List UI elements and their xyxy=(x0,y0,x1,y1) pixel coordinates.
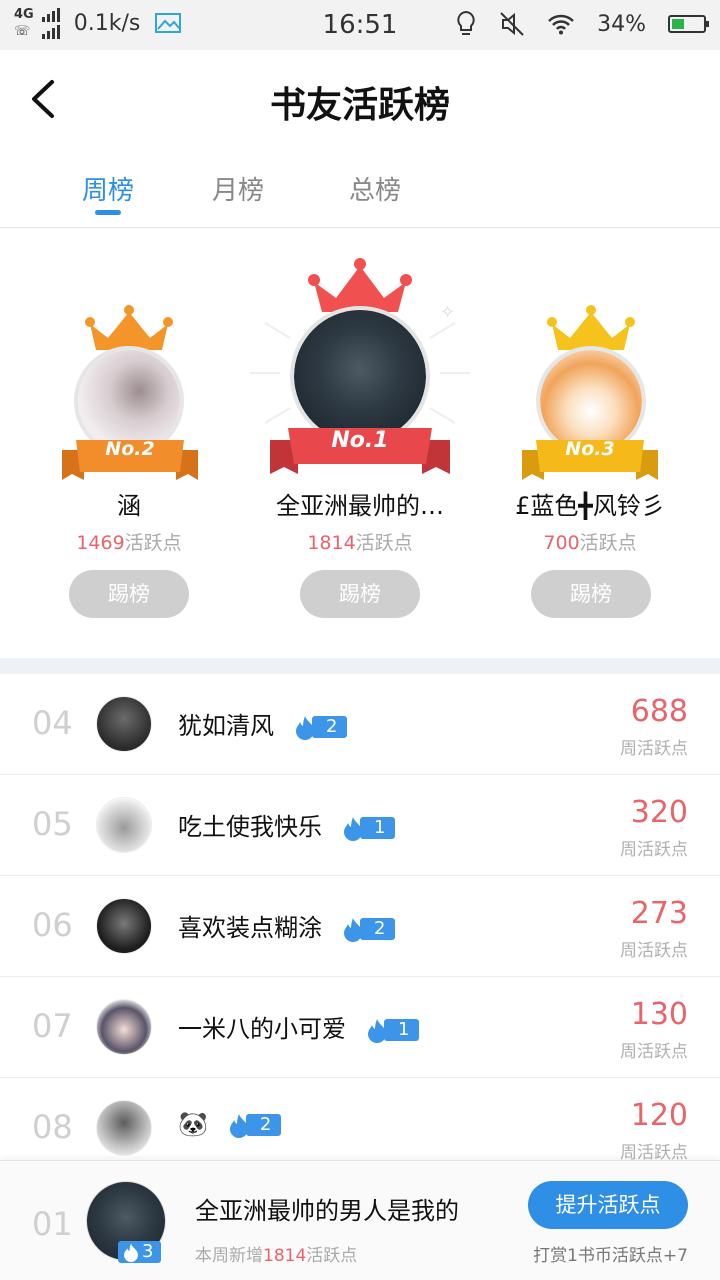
fire-level-badge: 2 xyxy=(226,1113,282,1138)
list-item[interactable]: 05 吃土使我快乐 1 320 周活跃点 xyxy=(0,775,720,876)
podium-score: 700活跃点 xyxy=(543,532,637,554)
kick-button[interactable]: 踢榜 xyxy=(531,570,651,618)
score-label: 周活跃点 xyxy=(620,739,688,759)
my-rank-number: 01 xyxy=(32,1205,73,1243)
flame-icon xyxy=(124,1243,138,1262)
rank-number: 07 xyxy=(32,1007,73,1045)
list-item[interactable]: 06 喜欢装点糊涂 2 273 周活跃点 xyxy=(0,876,720,977)
fire-level-badge: 2 xyxy=(340,917,396,942)
score-value: 130 xyxy=(630,997,688,1032)
fire-level-badge: 3 xyxy=(118,1241,162,1263)
list-item[interactable]: 04 犹如清风 2 688 周活跃点 xyxy=(0,674,720,775)
rank-number: 06 xyxy=(32,906,73,944)
rank-badge: No.3 xyxy=(565,438,615,460)
lightbulb-icon xyxy=(457,10,475,35)
tab-total[interactable]: 总榜 xyxy=(315,170,435,207)
wifi-icon xyxy=(548,14,574,35)
fire-level-badge: 2 xyxy=(292,715,348,740)
avatar[interactable] xyxy=(96,999,152,1055)
ranking-list: 04 犹如清风 2 688 周活跃点 05 吃土使我快乐 1 320 周活跃点 06… xyxy=(0,674,720,1179)
my-weekly-gain: 本周新增1814活跃点 xyxy=(195,1246,358,1266)
my-name: 全亚洲最帅的男人是我的 xyxy=(195,1197,459,1225)
podium-name: £蓝色╋风铃彡 xyxy=(515,492,665,520)
page-title: 书友活跃榜 xyxy=(269,85,450,126)
podium-score: 1469活跃点 xyxy=(76,532,182,554)
battery-percent: 34% xyxy=(597,11,646,37)
avatar[interactable] xyxy=(96,1100,152,1156)
section-divider xyxy=(0,658,720,674)
podium-score: 1814活跃点 xyxy=(307,532,413,554)
fire-level-badge: 1 xyxy=(364,1018,420,1043)
avatar[interactable] xyxy=(96,898,152,954)
status-bar: 4G ☏ 0.1k/s 16:51 34% xyxy=(0,0,720,50)
score-value: 320 xyxy=(630,795,688,830)
score-value: 273 xyxy=(630,896,688,931)
header: 书友活跃榜 xyxy=(0,50,720,150)
boost-activity-button[interactable]: 提升活跃点 xyxy=(528,1181,688,1229)
user-name: 吃土使我快乐 1 xyxy=(178,807,396,842)
user-name: 🐼 2 xyxy=(178,1110,282,1138)
podium-name: 全亚洲最帅的… xyxy=(276,492,444,520)
user-name: 一米八的小可爱 1 xyxy=(178,1009,420,1044)
avatar[interactable] xyxy=(96,797,152,853)
rank-number: 04 xyxy=(32,704,73,742)
podium: ✧ No.2 涵 1469活跃点 踢榜 No.1 全亚洲最帅的… 1814活跃点… xyxy=(0,228,720,658)
battery-icon xyxy=(668,15,709,33)
score-label: 周活跃点 xyxy=(620,840,688,860)
score-label: 周活跃点 xyxy=(620,941,688,961)
score-value: 120 xyxy=(630,1098,688,1133)
avatar[interactable] xyxy=(96,696,152,752)
tab-weekly[interactable]: 周榜 xyxy=(48,170,168,207)
rank-number: 05 xyxy=(32,805,73,843)
svg-text:✧: ✧ xyxy=(440,302,455,323)
rank-number: 08 xyxy=(32,1108,73,1146)
tab-monthly[interactable]: 月榜 xyxy=(178,170,298,207)
rank-badge: No.1 xyxy=(331,428,389,453)
user-name: 犹如清风 2 xyxy=(178,706,348,741)
podium-name: 涵 xyxy=(117,492,141,520)
kick-button[interactable]: 踢榜 xyxy=(300,570,420,618)
score-value: 688 xyxy=(630,694,688,729)
rank-badge: No.2 xyxy=(105,438,155,460)
kick-button[interactable]: 踢榜 xyxy=(69,570,189,618)
status-right: 34% xyxy=(455,10,709,38)
user-name: 喜欢装点糊涂 2 xyxy=(178,908,396,943)
reward-tip: 打赏1书币活跃点+7 xyxy=(533,1246,688,1266)
mute-icon xyxy=(500,12,524,36)
my-rank-bar: 01 3 全亚洲最帅的男人是我的 本周新增1814活跃点 提升活跃点 打赏1书币… xyxy=(0,1160,720,1280)
tab-bar: 周榜 月榜 总榜 xyxy=(0,150,720,228)
score-label: 周活跃点 xyxy=(620,1042,688,1062)
tab-active-indicator xyxy=(95,210,121,215)
list-item[interactable]: 07 一米八的小可爱 1 130 周活跃点 xyxy=(0,977,720,1078)
fire-level-badge: 1 xyxy=(340,816,396,841)
